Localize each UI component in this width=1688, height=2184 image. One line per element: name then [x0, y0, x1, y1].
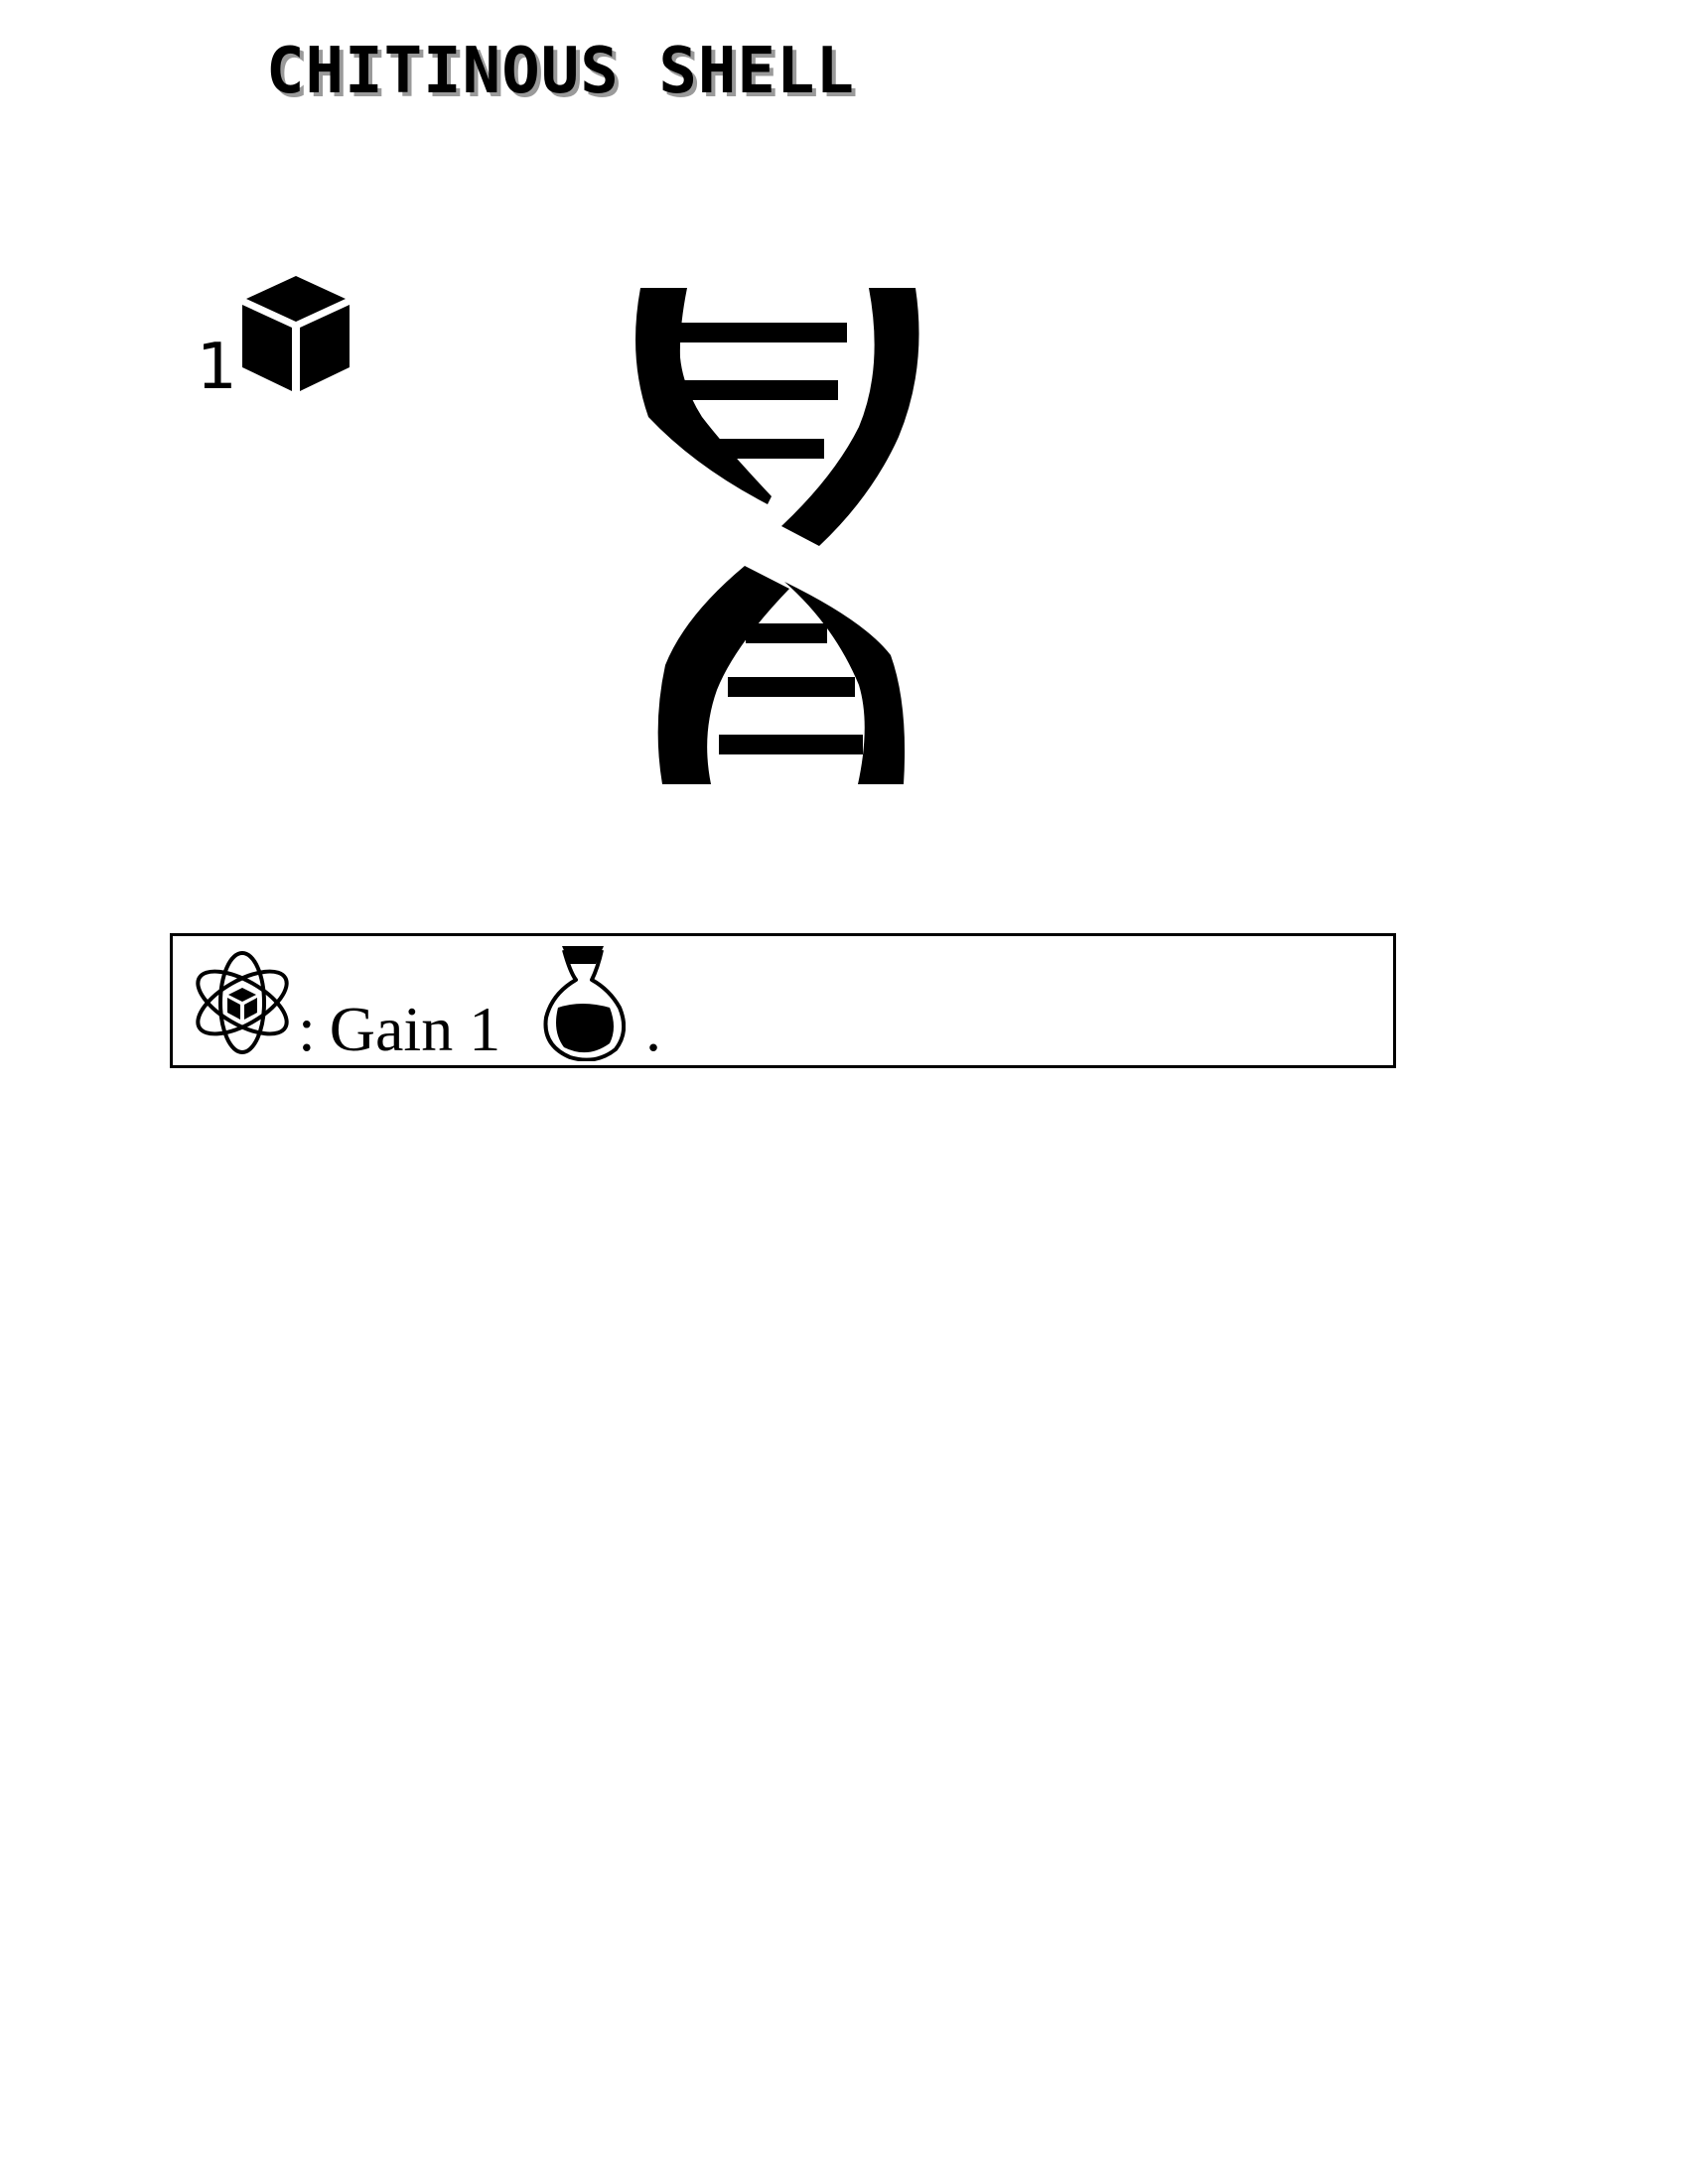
cost-value: 1 — [197, 331, 237, 404]
card-cost: 1 — [197, 276, 355, 415]
ability-effect-text: Gain 1 — [329, 994, 501, 1064]
flask-icon — [543, 946, 626, 1061]
cube-icon — [242, 276, 350, 391]
card-title: CHITINOUS SHELL — [266, 35, 855, 108]
atom-cube-icon — [196, 951, 289, 1054]
ability-box: : Gain 1 . — [170, 933, 1396, 1068]
ability-separator: : — [298, 994, 316, 1064]
game-card: CHITINOUS SHELL 1: Gain 1 . — [0, 0, 1688, 2184]
ability-text: : Gain 1 — [298, 994, 500, 1065]
dna-helix-icon — [635, 288, 919, 784]
ability-end: . — [645, 994, 661, 1064]
